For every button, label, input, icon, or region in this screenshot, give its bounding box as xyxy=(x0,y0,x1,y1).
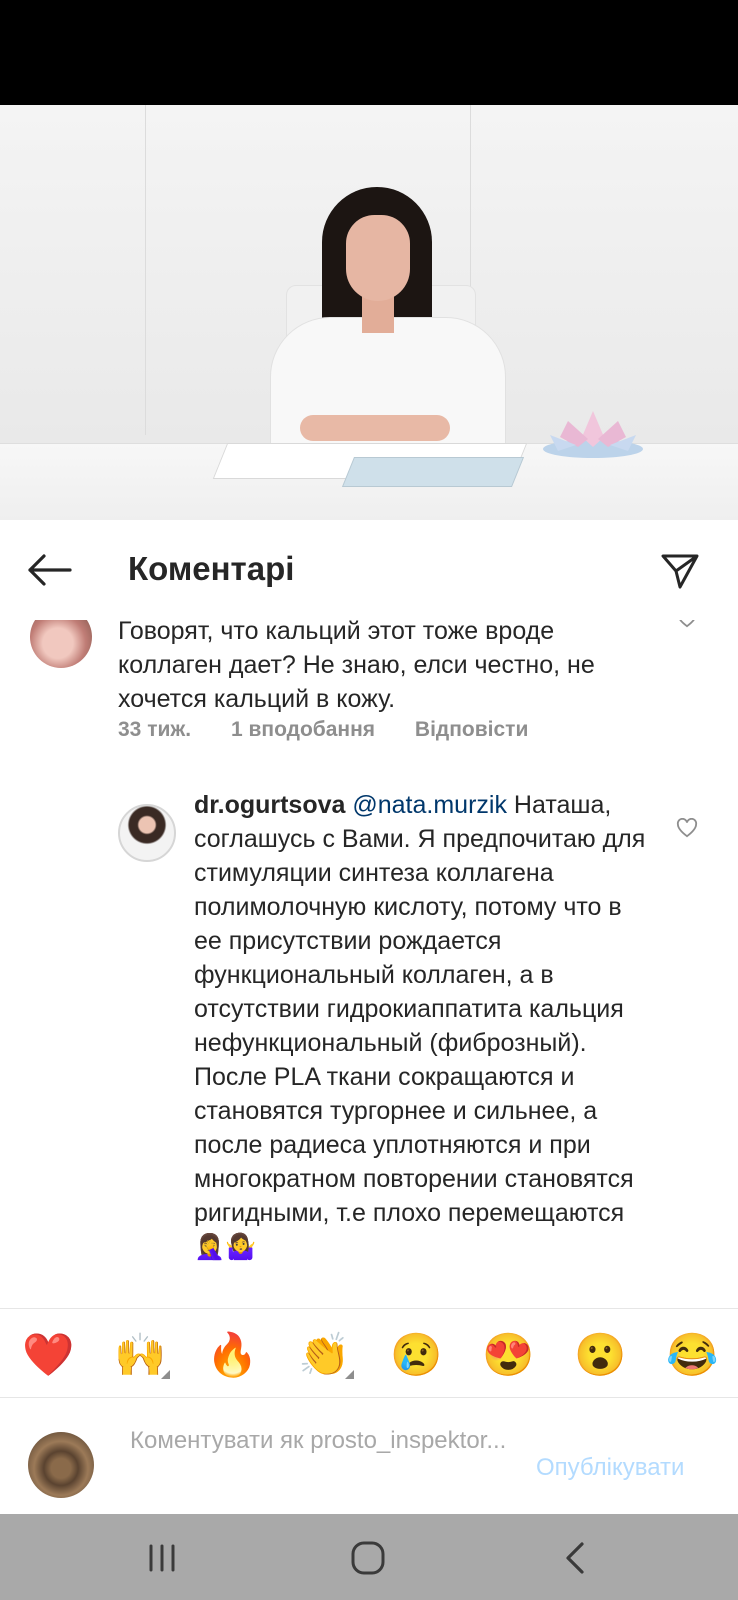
emoji-surprised-face[interactable]: 😮 xyxy=(574,1330,626,1380)
status-bar xyxy=(0,0,738,105)
emoji-raising-hands[interactable]: 🙌 xyxy=(114,1330,166,1380)
send-icon[interactable] xyxy=(660,552,700,590)
emoji-red-heart[interactable]: ❤️ xyxy=(22,1330,74,1380)
back-nav-icon[interactable] xyxy=(556,1538,596,1578)
comment-likes[interactable]: 1 вподобання xyxy=(231,718,375,741)
wall-panel-line xyxy=(145,105,146,435)
emoji-fire[interactable]: 🔥 xyxy=(206,1330,258,1380)
person-hands xyxy=(300,415,450,441)
reply-button[interactable]: Відповісти xyxy=(415,718,528,741)
quick-reaction-bar xyxy=(0,1308,738,1398)
person-face xyxy=(346,215,410,301)
comment-meta: 33 тиж. 1 вподобання Відповісти xyxy=(118,718,562,742)
skin-tone-indicator-icon xyxy=(161,1370,170,1379)
reply-username[interactable]: dr.ogurtsova xyxy=(194,791,345,819)
comment-input[interactable]: Коментувати як prosto_inspektor... xyxy=(130,1424,520,1458)
emoji-laughing-face[interactable]: 😂 xyxy=(666,1330,718,1380)
video-player[interactable] xyxy=(0,105,738,520)
page-title: Коментарі xyxy=(128,550,295,587)
brochure xyxy=(341,457,525,487)
emoji-crying-face[interactable]: 😢 xyxy=(390,1330,442,1380)
like-heart-icon[interactable] xyxy=(676,620,698,628)
home-icon[interactable] xyxy=(348,1538,388,1578)
reply-mention[interactable]: @nata.murzik xyxy=(352,791,507,819)
reply-text: Наташа, соглашусь с Вами. Я предпочитаю … xyxy=(194,791,646,1261)
crystal-lotus xyxy=(543,411,643,458)
comments-header xyxy=(0,520,738,620)
avatar[interactable] xyxy=(118,804,176,862)
skin-tone-indicator-icon xyxy=(345,1370,354,1379)
comments-list[interactable]: Говорят, что кальций этот тоже вроде кол… xyxy=(0,620,738,1310)
current-user-avatar xyxy=(28,1432,94,1498)
comment-time: 33 тиж. xyxy=(118,718,192,741)
comment-text: Говорят, что кальций этот тоже вроде кол… xyxy=(118,620,595,713)
reply-comment: dr.ogurtsova @nata.murzik Наташа, соглаш… xyxy=(194,788,654,1264)
emoji-heart-eyes[interactable]: 😍 xyxy=(482,1330,534,1380)
avatar[interactable] xyxy=(30,620,92,668)
like-heart-icon[interactable] xyxy=(676,818,698,838)
emoji-clapping-hands[interactable]: 👏 xyxy=(298,1330,350,1380)
back-arrow-icon[interactable] xyxy=(26,553,72,587)
recent-apps-icon[interactable] xyxy=(142,1538,182,1578)
publish-button[interactable]: Опублікувати xyxy=(536,1454,684,1482)
